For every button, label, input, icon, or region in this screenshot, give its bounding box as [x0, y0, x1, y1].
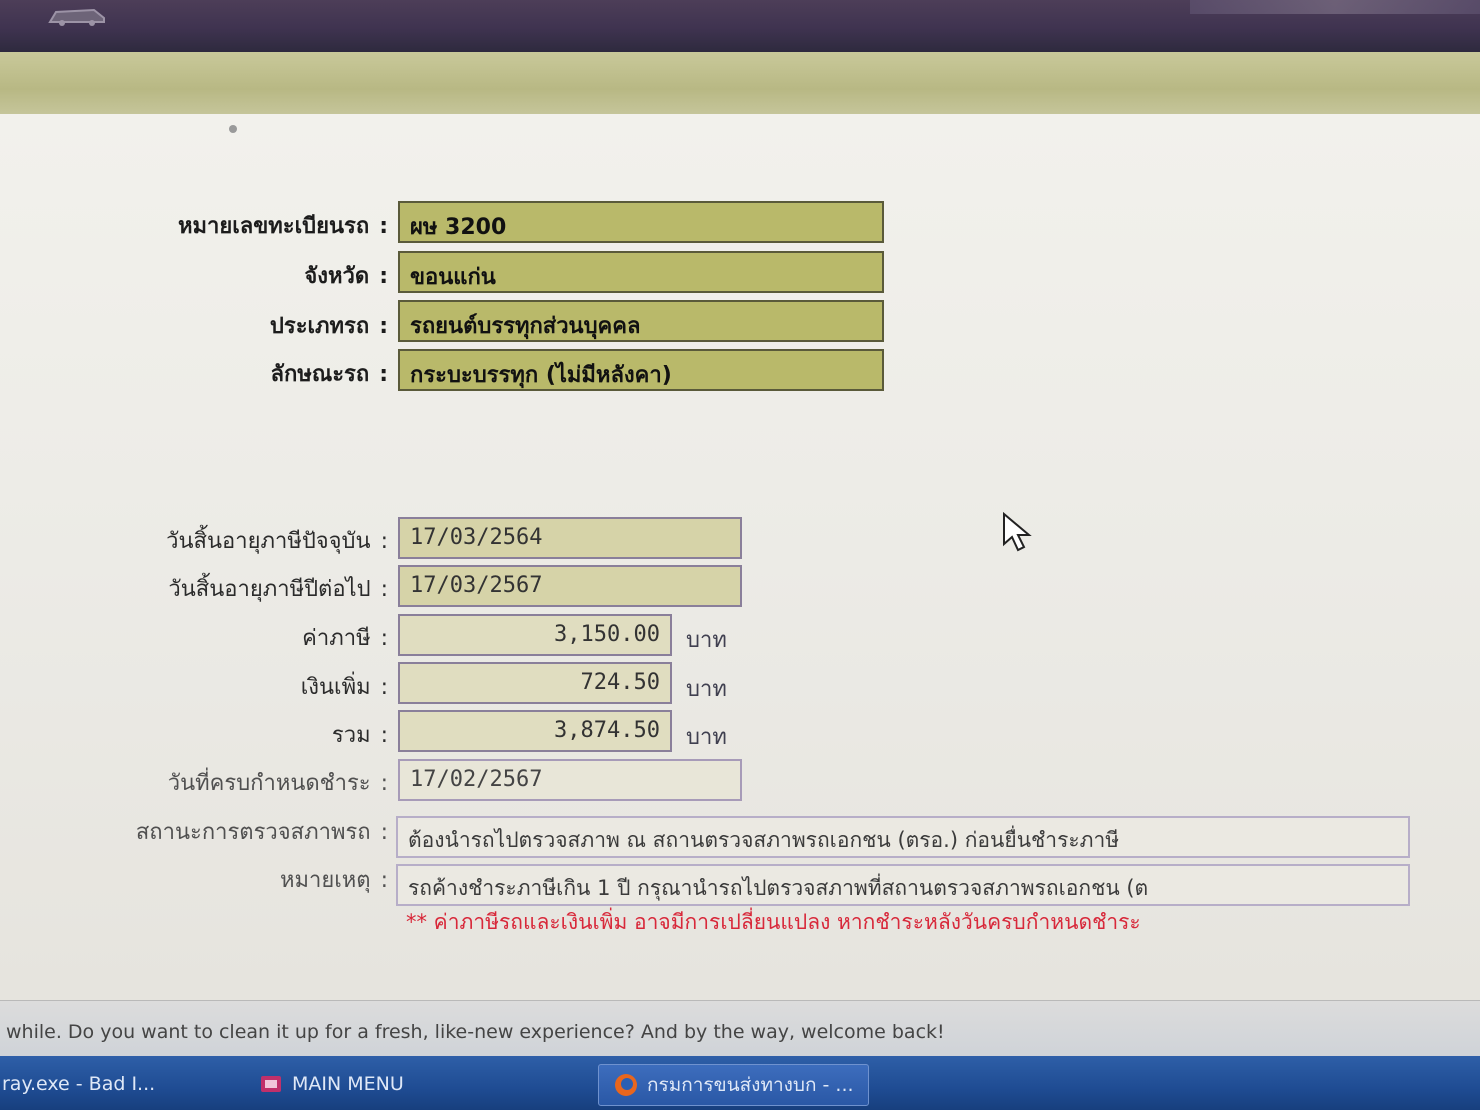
plate-label: หมายเลขทะเบียนรถ:: [178, 214, 388, 239]
total-label: รวม:: [331, 723, 388, 748]
main-menu-icon: [261, 1076, 281, 1092]
taskbar-item-browser[interactable]: กรมการขนส่งทางบก - ...: [598, 1064, 869, 1106]
vehicle-type-label: ประเภทรถ:: [269, 314, 388, 339]
tax-amount-field: 3,150.00: [398, 614, 672, 656]
inspection-status-field: ต้องนำรถไปตรวจสภาพ ณ สถานตรวจสภาพรถเอกชน…: [396, 816, 1410, 858]
notification-balloon[interactable]: while. Do you want to clean it up for a …: [0, 1000, 1480, 1057]
taskbar-item-main-menu[interactable]: MAIN MENU: [258, 1064, 404, 1104]
province-field: ขอนแก่น: [398, 251, 884, 293]
mouse-cursor-icon: [1003, 512, 1032, 552]
remark-field: รถค้างชำระภาษีเกิน 1 ปี กรุณานำรถไปตรวจส…: [396, 864, 1410, 906]
taskbar-item-app[interactable]: ray.exe - Bad I...: [2, 1064, 155, 1104]
vehicle-body-label: ลักษณะรถ:: [270, 362, 388, 387]
current-expiry-label: วันสิ้นอายุภาษีปัจจุบัน:: [166, 529, 388, 554]
next-expiry-label: วันสิ้นอายุภาษีปีต่อไป:: [168, 577, 388, 602]
notification-text: while. Do you want to clean it up for a …: [6, 1021, 945, 1043]
window-title-bar: [0, 0, 1480, 52]
province-label: จังหวัด:: [304, 264, 388, 289]
total-field: 3,874.50: [398, 710, 672, 752]
header-logo-strip: [1190, 0, 1480, 14]
bullet-dot: [229, 125, 237, 133]
current-expiry-field: 17/03/2564: [398, 517, 742, 559]
firefox-icon: [615, 1074, 637, 1096]
taskbar-item-label: ray.exe - Bad I...: [2, 1073, 156, 1095]
inspection-status-label: สถานะการตรวจสภาพรถ:: [135, 820, 388, 845]
tax-amount-label: ค่าภาษี:: [302, 626, 388, 651]
surcharge-field: 724.50: [398, 662, 672, 704]
car-logo-icon: [48, 8, 105, 26]
total-unit: บาท: [686, 725, 727, 750]
remark-label: หมายเหตุ:: [280, 868, 388, 893]
taskbar: ray.exe - Bad I... MAIN MENU กรมการขนส่ง…: [0, 1056, 1480, 1110]
next-expiry-field: 17/03/2567: [398, 565, 742, 607]
due-date-label: วันที่ครบกำหนดชำระ:: [167, 771, 388, 796]
vehicle-type-field: รถยนต์บรรทุกส่วนบุคคล: [398, 300, 884, 342]
taskbar-item-label: กรมการขนส่งทางบก - ...: [647, 1074, 854, 1096]
due-date-field: 17/02/2567: [398, 759, 742, 801]
header-banner: [0, 52, 1480, 114]
plate-field: ผษ 3200: [398, 201, 884, 243]
surcharge-unit: บาท: [686, 677, 727, 702]
vehicle-body-field: กระบะบรรทุก (ไม่มีหลังคา): [398, 349, 884, 391]
tax-change-warning: ** ค่าภาษีรถและเงินเพิ่ม อาจมีการเปลี่ยน…: [406, 910, 1141, 934]
taskbar-item-label: MAIN MENU: [292, 1073, 404, 1095]
surcharge-label: เงินเพิ่ม:: [300, 675, 388, 700]
tax-unit: บาท: [686, 628, 727, 653]
